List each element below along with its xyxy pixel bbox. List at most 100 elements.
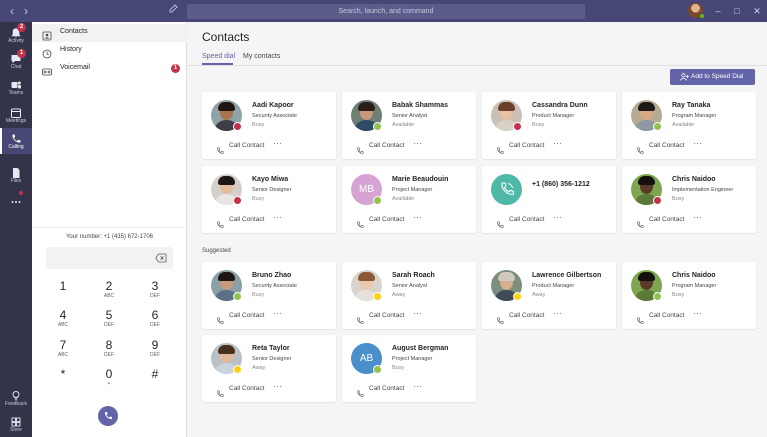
add-person-icon — [680, 73, 689, 81]
call-contact-button[interactable]: Call Contact — [369, 312, 404, 319]
contact-status: Away — [252, 365, 266, 371]
presence-available-indicator — [233, 292, 242, 301]
rail-item-teams[interactable]: Teams — [0, 74, 32, 100]
phone-icon — [104, 412, 112, 420]
more-options-button[interactable]: ··· — [553, 309, 563, 318]
nav-item-history[interactable]: History — [32, 42, 187, 60]
call-contact-button[interactable]: Call Contact — [649, 142, 684, 149]
contact-card[interactable]: Ray Tanaka Program Manager Available Call C… — [622, 92, 756, 159]
dial-key-digit: # — [151, 367, 159, 381]
avatar[interactable] — [688, 3, 705, 19]
call-contact-button[interactable]: Call Contact — [369, 385, 404, 392]
contact-card[interactable]: Lawrence Gilbertson Product Manager Away Ca… — [482, 262, 616, 329]
call-contact-button[interactable]: Call Contact — [369, 142, 404, 149]
dial-key[interactable]: # — [140, 367, 170, 395]
back-arrow-icon[interactable]: ‹ — [6, 4, 18, 18]
contact-title: Security Associate — [252, 283, 297, 289]
dial-key[interactable]: 4 ABC — [48, 308, 78, 336]
more-options-button[interactable]: ··· — [413, 309, 423, 318]
history-icon — [42, 46, 52, 59]
call-contact-button[interactable]: Call Contact — [229, 385, 264, 392]
more-options-button[interactable]: ··· — [273, 309, 283, 318]
contact-card[interactable]: Chris Naidoo Program Manager Busy Call Cont… — [622, 262, 756, 329]
compose-icon[interactable] — [166, 3, 180, 19]
tab-speed-dial[interactable]: Speed dial — [202, 53, 235, 60]
rail-item-meetings[interactable]: Meetings — [0, 102, 32, 128]
rail-item-store[interactable]: Store — [0, 411, 32, 437]
rail-item-feedback[interactable]: Feedback — [0, 385, 32, 411]
call-button[interactable] — [98, 406, 118, 426]
call-contact-button[interactable]: Call Contact — [229, 142, 264, 149]
contact-card[interactable]: Chris Naidoo Implementation Engineer Busy C… — [622, 166, 756, 233]
tab-my-contacts[interactable]: My contacts — [243, 53, 280, 60]
minimize-icon[interactable]: – — [712, 4, 724, 18]
call-contact-button[interactable]: Call Contact — [509, 216, 544, 223]
dial-key[interactable]: 8 DEF — [94, 338, 124, 366]
phone-icon — [216, 142, 224, 154]
notification-dot — [19, 191, 23, 195]
contact-card[interactable]: Reta Taylor Senior Designer Away Call Conta… — [202, 335, 336, 402]
backspace-icon[interactable] — [155, 253, 167, 263]
call-contact-button[interactable]: Call Contact — [229, 216, 264, 223]
rail-item-chat[interactable]: Chat 1 — [0, 48, 32, 74]
dial-number-input[interactable] — [46, 247, 173, 269]
presence-indicator — [699, 13, 705, 19]
maximize-icon[interactable]: □ — [731, 4, 743, 18]
dial-key[interactable]: 2 ABC — [94, 279, 124, 307]
contact-card[interactable]: MB Marie Beaudouin Project Manager Availabl… — [342, 166, 476, 233]
call-contact-button[interactable]: Call Contact — [369, 216, 404, 223]
more-options-button[interactable]: ··· — [413, 139, 423, 148]
dial-key[interactable]: 5 DEF — [94, 308, 124, 336]
more-options-button[interactable]: ··· — [273, 139, 283, 148]
presence-available-indicator — [373, 122, 382, 131]
add-to-speed-dial-button[interactable]: Add to Speed Dial — [670, 69, 755, 85]
rail-item-activity[interactable]: Activity 2 — [0, 22, 32, 48]
nav-item-contacts[interactable]: Contacts — [32, 24, 187, 42]
call-contact-button[interactable]: Call Contact — [509, 312, 544, 319]
contact-card[interactable]: Babak Shammas Senior Analyst Available Call… — [342, 92, 476, 159]
call-contact-button[interactable]: Call Contact — [649, 312, 684, 319]
contact-name: +1 (860) 356-1212 — [532, 181, 590, 188]
dial-key[interactable]: 3 DEF — [140, 279, 170, 307]
dial-key[interactable]: 6 DEF — [140, 308, 170, 336]
more-options-button[interactable]: ··· — [273, 382, 283, 391]
dial-key[interactable]: 7 ABC — [48, 338, 78, 366]
contact-status: Away — [532, 292, 546, 298]
contact-card[interactable]: Aadi Kapoor Security Associate Busy Call Co… — [202, 92, 336, 159]
dial-key-digit: 4 — [59, 308, 67, 322]
more-options-button[interactable]: ··· — [553, 213, 563, 222]
rail-item-more[interactable] — [0, 188, 32, 214]
close-icon[interactable]: ✕ — [751, 4, 763, 18]
contact-card[interactable]: Cassandra Dunn Product Manager Busy Call Co… — [482, 92, 616, 159]
teams-icon — [10, 78, 22, 90]
more-options-button[interactable]: ··· — [693, 213, 703, 222]
rail-item-files[interactable]: Files — [0, 162, 32, 188]
more-options-button[interactable]: ··· — [693, 309, 703, 318]
contact-card[interactable]: AB August Bergman Project Manager Busy Call … — [342, 335, 476, 402]
contact-card[interactable]: Kayo Miwa Senior Designer Busy Call Contact… — [202, 166, 336, 233]
more-options-button[interactable]: ··· — [413, 382, 423, 391]
dial-key[interactable]: 9 DEF — [140, 338, 170, 366]
nav-item-voicemail[interactable]: Voicemail — [32, 60, 187, 78]
dial-key-digit: 0 — [105, 367, 113, 381]
call-contact-button[interactable]: Call Contact — [229, 312, 264, 319]
presence-busy-indicator — [233, 196, 242, 205]
dial-key[interactable]: 1 — [48, 279, 78, 307]
more-options-button[interactable]: ··· — [413, 213, 423, 222]
dial-key[interactable]: 0 + — [94, 367, 124, 395]
more-options-button[interactable]: ··· — [553, 139, 563, 148]
contact-card[interactable]: +1 (860) 356-1212 Call Contact ··· — [482, 166, 616, 233]
call-contact-button[interactable]: Call Contact — [649, 216, 684, 223]
forward-arrow-icon[interactable]: › — [20, 4, 32, 18]
nav-item-label: History — [60, 46, 82, 53]
dial-key[interactable]: * — [48, 367, 78, 395]
dial-key-letters: ABC — [57, 352, 69, 358]
more-options-button[interactable]: ··· — [273, 213, 283, 222]
search-input[interactable]: Search, launch, and command — [187, 4, 585, 19]
contact-card[interactable]: Sarah Roach Senior Analyst Away Call Contac… — [342, 262, 476, 329]
rail-item-calling[interactable]: Calling — [0, 128, 32, 154]
call-contact-button[interactable]: Call Contact — [509, 142, 544, 149]
dial-key-letters: DEF — [150, 352, 160, 358]
contact-card[interactable]: Bruno Zhao Security Associate Busy Call Con… — [202, 262, 336, 329]
more-options-button[interactable]: ··· — [693, 139, 703, 148]
